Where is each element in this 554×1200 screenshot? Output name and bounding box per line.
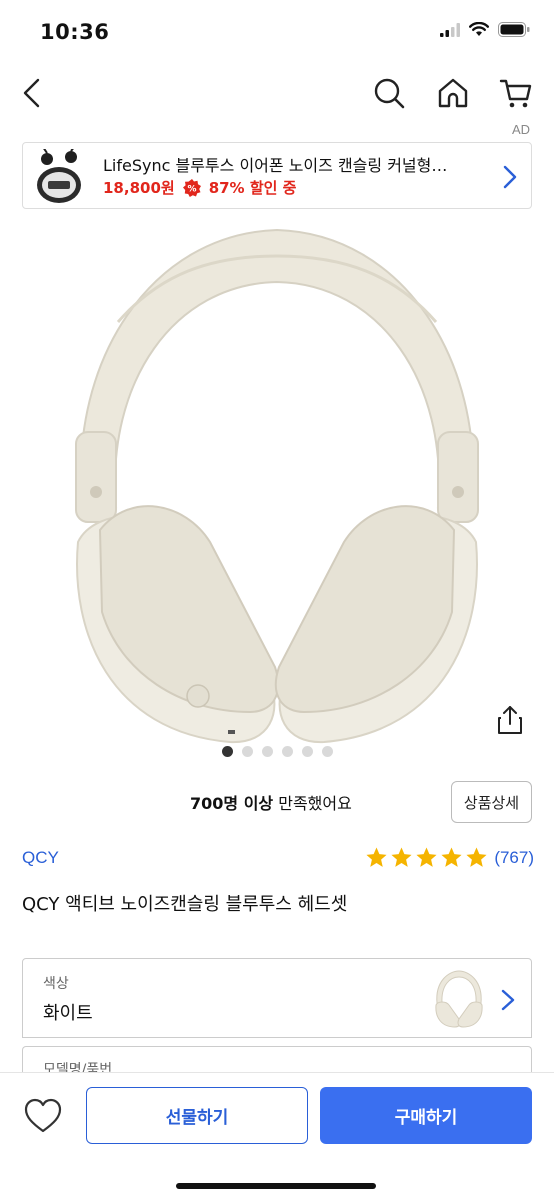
satisfaction-count: 700명 이상 [190,794,274,813]
product-title: QCY 액티브 노이즈캔슬링 블루투스 헤드셋 [22,894,348,915]
rating-count: (767) [494,847,534,867]
product-image-gallery[interactable] [0,212,554,760]
satisfaction-label: 만족했어요 [273,794,352,813]
gallery-pager[interactable] [0,746,554,757]
rating[interactable]: (767) [365,846,534,869]
pager-dot[interactable] [281,746,293,757]
brand-link[interactable]: QCY [22,848,59,868]
ad-product-thumbnail [37,149,81,203]
chevron-right-icon [503,165,517,189]
star-icon [441,847,462,867]
wifi-icon [469,22,489,36]
cart-icon[interactable] [499,76,533,110]
pager-dot[interactable] [241,746,253,757]
option-value: 화이트 [43,1003,93,1024]
pager-dot[interactable] [301,746,313,757]
ad-price-row: 18,800원 % 87% 할인 중 [103,177,296,198]
ad-banner[interactable]: LifeSync 블루투스 이어폰 노이즈 캔슬링 커널형… 18,800원 %… [22,142,532,209]
pager-dot[interactable] [221,746,233,757]
home-icon[interactable] [436,76,470,110]
gift-button[interactable]: 선물하기 [86,1087,308,1144]
status-time: 10:36 [40,20,110,44]
home-indicator [176,1183,376,1189]
search-icon[interactable] [372,76,406,110]
discount-badge-icon: % [182,178,201,197]
star-icon [466,847,487,867]
pager-dot[interactable] [321,746,333,757]
option-label: 색상 [43,976,69,992]
back-icon[interactable] [18,76,48,110]
ad-title: LifeSync 블루투스 이어폰 노이즈 캔슬링 커널형… [103,156,448,175]
status-bar: 10:36 [0,0,554,66]
bottom-action-bar: 선물하기 구매하기 [0,1072,554,1200]
ad-discount: 87% 할인 중 [208,179,297,197]
star-icon [416,847,437,867]
share-icon[interactable] [494,704,526,736]
satisfaction-text: 700명 이상 만족했어요 [190,790,352,814]
svg-text:%: % [187,184,196,194]
product-detail-button[interactable]: 상품상세 [451,781,532,823]
star-icon [366,847,387,867]
color-option-selector[interactable]: 색상 화이트 [22,958,532,1038]
status-icons [440,22,530,37]
ad-price: 18,800원 [103,179,175,197]
cellular-signal-icon [440,22,460,37]
buy-button[interactable]: 구매하기 [320,1087,532,1144]
product-headphone-image [75,228,479,744]
chevron-right-icon [501,989,515,1011]
battery-icon [498,22,530,37]
pager-dot[interactable] [261,746,273,757]
ad-label: AD [511,122,530,137]
heart-icon[interactable] [22,1095,64,1137]
option-thumbnail [435,970,483,1028]
star-icon [391,847,412,867]
top-nav [0,66,554,122]
